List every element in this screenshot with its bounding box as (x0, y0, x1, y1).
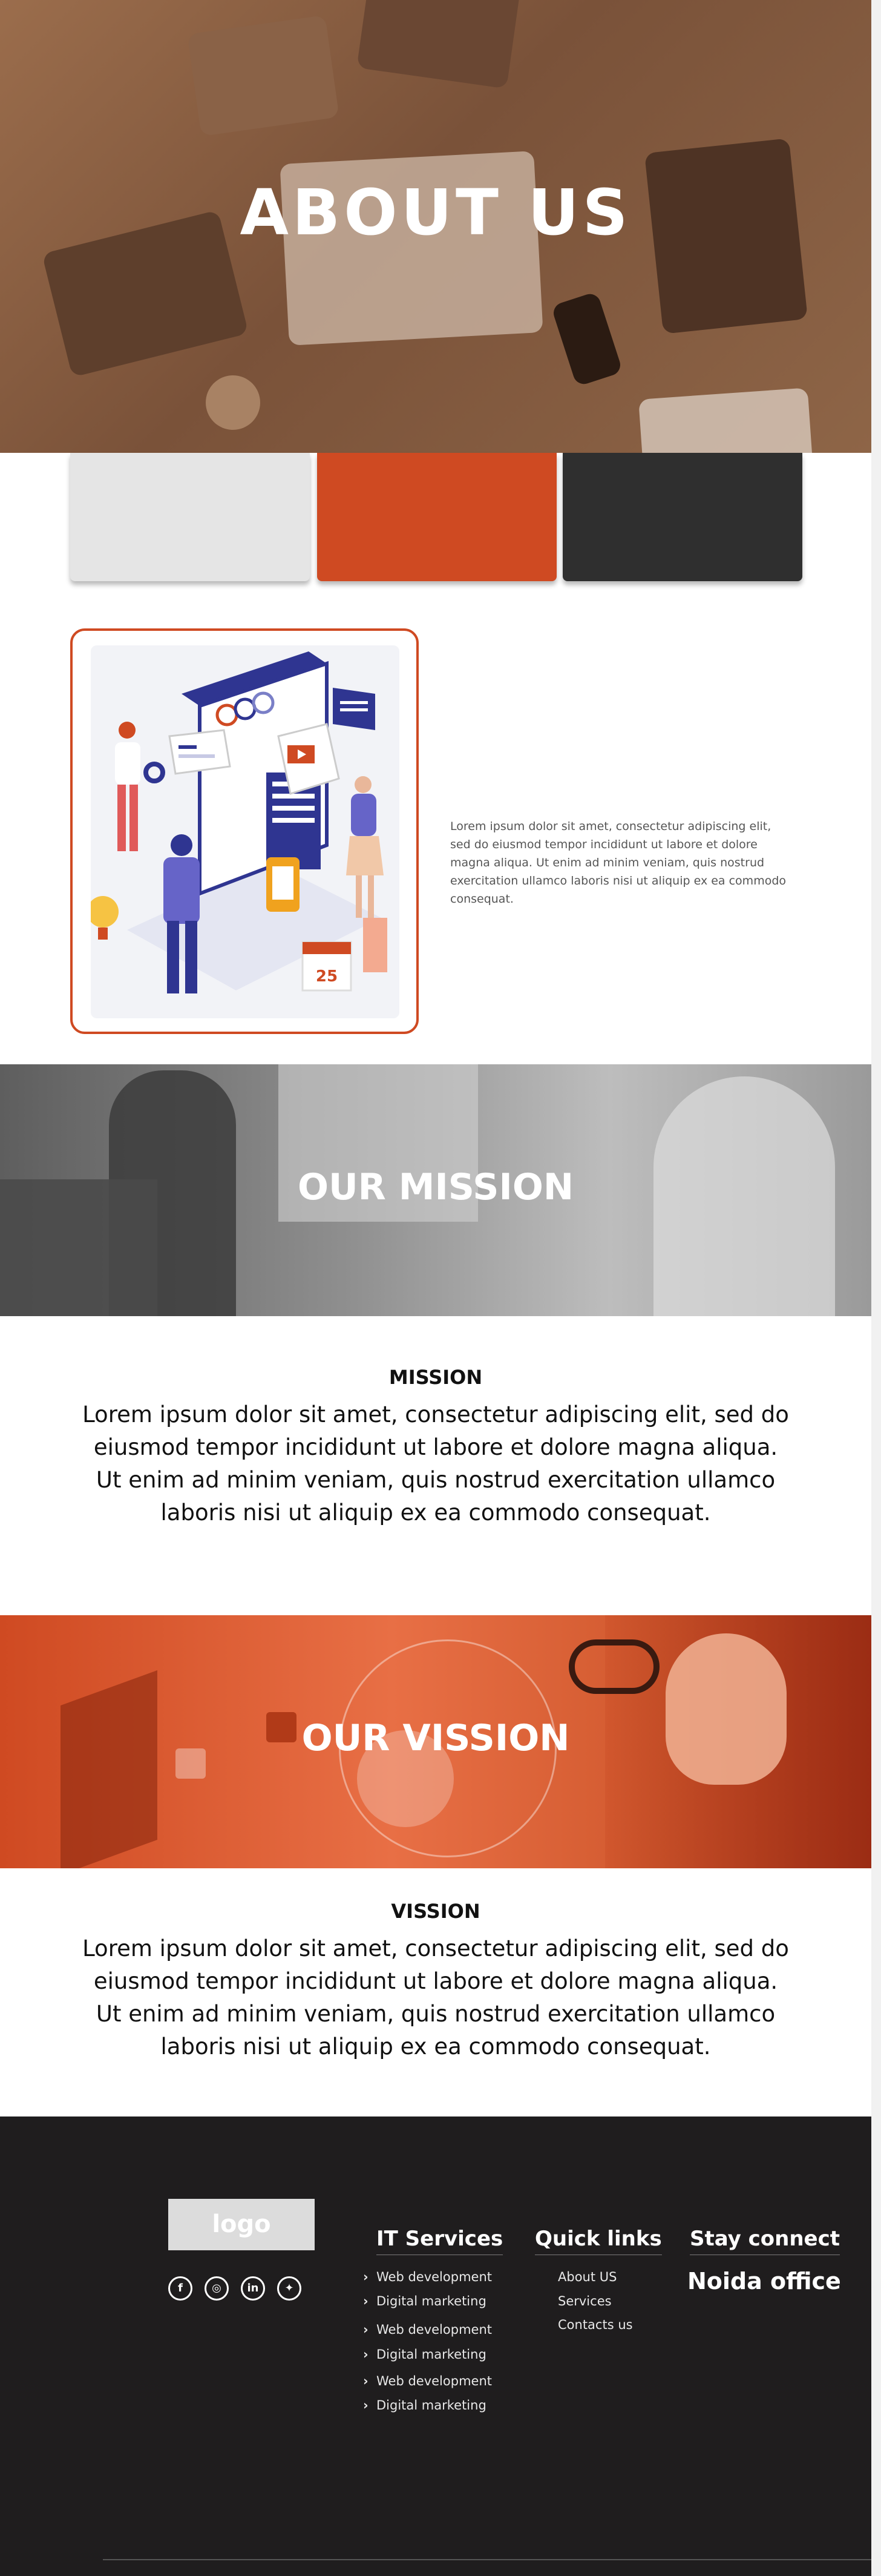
glasses-image (569, 1639, 660, 1694)
it-service-link[interactable]: › Web development (363, 2322, 492, 2337)
vission-body: Lorem ipsum dolor sit amet, consectetur … (82, 1935, 789, 2060)
feature-card-light (70, 453, 310, 581)
it-service-link[interactable]: › Digital marketing (363, 2294, 486, 2308)
it-service-link[interactable]: › Digital marketing (363, 2398, 486, 2413)
laptop-image (61, 1670, 157, 1868)
it-service-label: Web development (376, 2322, 492, 2337)
mission-banner: OUR MISSION (0, 1064, 871, 1316)
instagram-icon[interactable]: ◎ (205, 2276, 229, 2301)
feature-card-dark (563, 453, 802, 581)
quick-link-contact[interactable]: Contacts us (558, 2317, 633, 2332)
it-service-link[interactable]: › Web development (363, 2270, 492, 2284)
footer-divider (103, 2559, 871, 2560)
phone-image (551, 291, 623, 387)
page-title: ABOUT US (240, 176, 632, 249)
it-service-label: Web development (376, 2374, 492, 2388)
page: ABOUT US 25 Lorem ipsum dolor sit amet, … (0, 0, 881, 2576)
stay-connect-heading: Stay connect (690, 2227, 840, 2255)
it-services-heading: IT Services (376, 2227, 503, 2255)
chevron-right-icon: › (363, 2398, 368, 2413)
linkedin-icon[interactable]: in (241, 2276, 265, 2301)
isometric-team-illustration: 25 (91, 651, 387, 993)
calendar-number: 25 (316, 967, 338, 986)
mission-banner-title: OUR MISSION (297, 1166, 574, 1208)
chevron-right-icon: › (363, 2374, 368, 2388)
vission-banner: OUR VISSION (0, 1615, 871, 1868)
it-service-label: Digital marketing (376, 2294, 486, 2308)
office-label: Noida office (687, 2268, 841, 2294)
mission-heading: MISSION (388, 1366, 483, 1389)
chevron-right-icon: › (363, 2322, 368, 2337)
paper-image (638, 387, 814, 453)
vission-banner-title: OUR VISSION (301, 1717, 570, 1759)
hero-banner: ABOUT US (0, 0, 871, 453)
face-image (666, 1633, 787, 1785)
mission-body: Lorem ipsum dolor sit amet, consectetur … (82, 1402, 789, 1526)
twitter-icon[interactable]: ✦ (277, 2276, 301, 2301)
logo[interactable]: logo (168, 2199, 315, 2250)
notebook-image (187, 15, 339, 137)
scrollbar[interactable] (871, 0, 881, 2576)
chevron-right-icon: › (363, 2294, 368, 2308)
cup-image (206, 375, 260, 430)
it-service-link[interactable]: › Web development (363, 2374, 492, 2388)
quick-links-heading: Quick links (535, 2227, 662, 2255)
illustration-frame: 25 (70, 628, 419, 1034)
chevron-right-icon: › (363, 2270, 368, 2284)
quick-link-about[interactable]: About US (558, 2270, 617, 2284)
feature-card-accent (317, 453, 557, 581)
it-service-label: Web development (376, 2270, 492, 2284)
it-service-label: Digital marketing (376, 2398, 486, 2413)
chevron-right-icon: › (363, 2347, 368, 2362)
footer: logo f ◎ in ✦ IT Services Quick links St… (0, 2116, 871, 2576)
it-service-link[interactable]: › Digital marketing (363, 2347, 486, 2362)
laptop-image (356, 0, 521, 89)
team-illustration: 25 (91, 645, 399, 1018)
vission-heading: VISSION (391, 1900, 480, 1923)
it-service-label: Digital marketing (376, 2347, 486, 2362)
intro-paragraph: Lorem ipsum dolor sit amet, consectetur … (450, 820, 787, 906)
quick-link-services[interactable]: Services (558, 2294, 612, 2308)
facebook-icon[interactable]: f (168, 2276, 192, 2301)
